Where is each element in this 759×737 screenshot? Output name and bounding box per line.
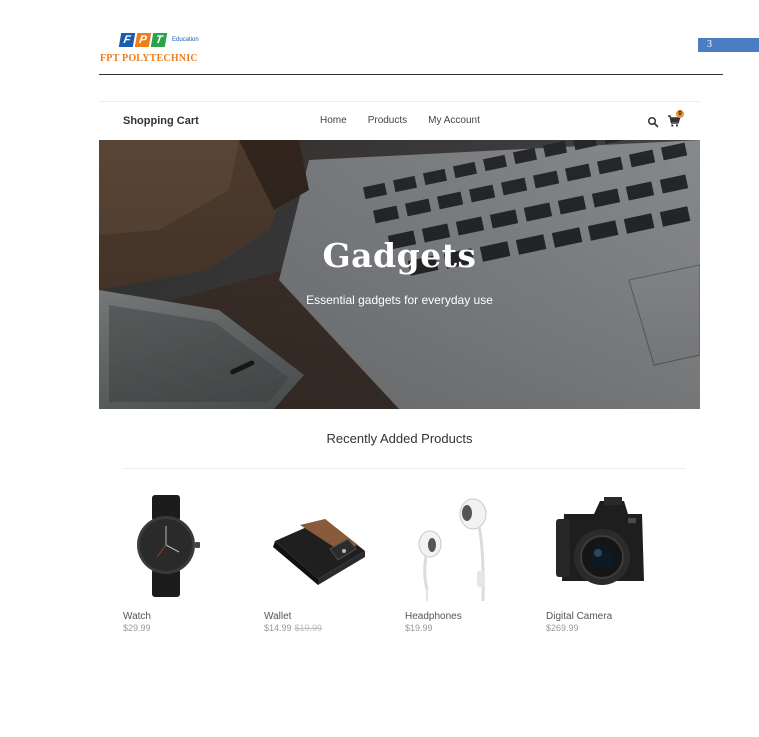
product-card-wallet[interactable]: Wallet $14.99 $19.99 (240, 489, 370, 639)
current-price: $29.99 (123, 623, 151, 633)
product-price: $269.99 (546, 623, 579, 633)
nav-links: Home Products My Account (320, 115, 480, 126)
logo-letter-f: F (118, 33, 136, 47)
nav-my-account-link[interactable]: My Account (428, 115, 480, 126)
nav-icons: 0 (647, 110, 692, 132)
navbar: Shopping Cart Home Products My Account 0 (99, 102, 700, 140)
product-name: Wallet (264, 611, 292, 622)
cart-count-badge: 0 (676, 110, 684, 118)
product-price: $19.99 (405, 623, 433, 633)
page-number: 3 (698, 38, 759, 52)
current-price: $19.99 (405, 623, 433, 633)
nav-home-link[interactable]: Home (320, 115, 347, 126)
header-divider (99, 74, 723, 75)
logo-letter-p: P (134, 33, 152, 47)
hero-banner: Gadgets Essential gadgets for everyday u… (99, 140, 700, 409)
search-icon[interactable] (647, 115, 659, 128)
product-card-digital-camera[interactable]: Digital Camera $269.99 (522, 489, 652, 639)
website-screenshot: Shopping Cart Home Products My Account 0… (99, 101, 700, 661)
logo-letter-t: T (150, 33, 168, 47)
document-header: F P T Education FPT POLYTECHNIC 3 (0, 0, 759, 80)
section-divider (123, 468, 686, 469)
recent-products-heading: Recently Added Products (326, 431, 473, 446)
camera-image (556, 497, 644, 585)
watch-image (137, 495, 200, 597)
hero-subtitle: Essential gadgets for everyday use (306, 293, 493, 307)
nav-products-link[interactable]: Products (368, 115, 407, 126)
product-name: Headphones (405, 611, 462, 622)
headphones-image (418, 498, 487, 602)
product-card-watch[interactable]: Watch $29.99 (99, 489, 229, 639)
logo-education-text: Education (172, 37, 199, 43)
hero-title: Gadgets (322, 236, 477, 275)
current-price: $269.99 (546, 623, 579, 633)
product-name: Digital Camera (546, 611, 613, 622)
original-price: $19.99 (294, 623, 323, 633)
product-name: Watch (123, 611, 151, 622)
fpt-polytechnic-logo: F P T Education FPT POLYTECHNIC (100, 31, 210, 69)
current-price: $14.99 (264, 623, 292, 633)
wallet-image (273, 519, 365, 585)
product-price: $29.99 (123, 623, 151, 633)
product-card-headphones[interactable]: Headphones $19.99 (381, 489, 511, 639)
product-price: $14.99 $19.99 (264, 623, 322, 633)
site-brand[interactable]: Shopping Cart (123, 115, 199, 127)
logo-name-text: FPT POLYTECHNIC (100, 53, 198, 64)
fpt-letter-boxes: F P T (118, 33, 168, 49)
